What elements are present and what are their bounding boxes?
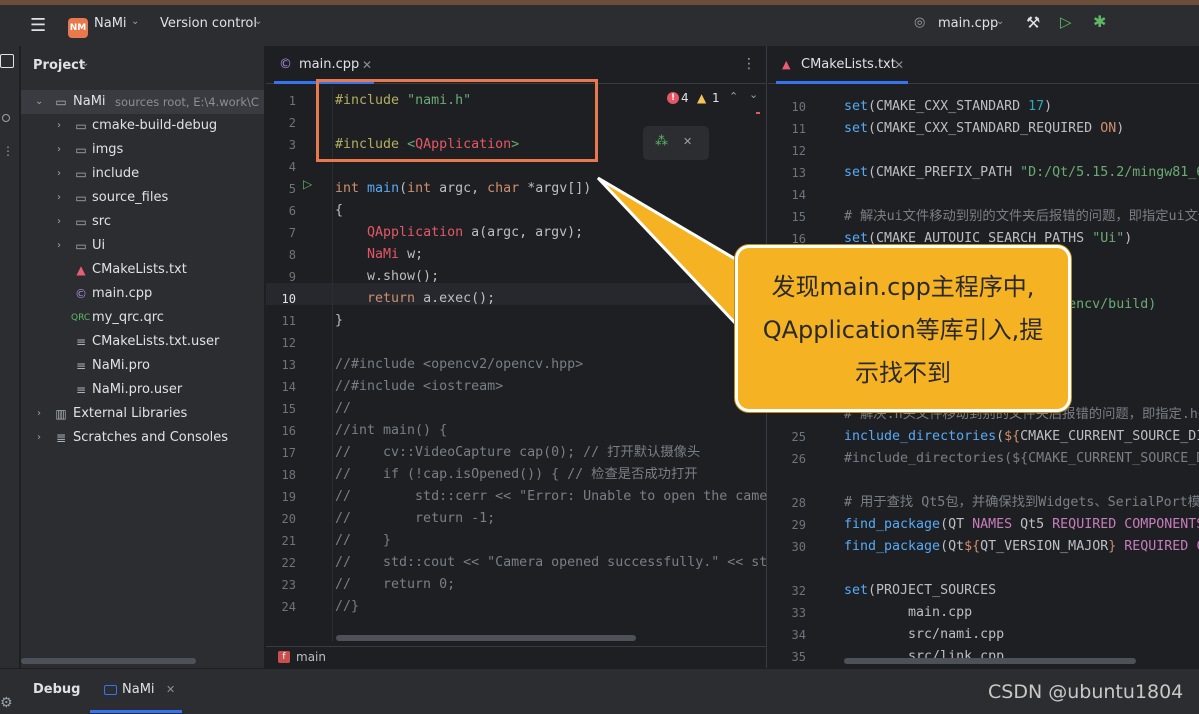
tool-window-strip: ⋮ [0,46,20,714]
folder-icon: ▭ [75,119,87,133]
tab-label: CMakeLists.txt [801,57,896,72]
horizontal-scrollbar[interactable] [844,658,1136,664]
error-stripe [756,112,760,114]
run-icon[interactable]: ▷ [1060,13,1072,31]
breadcrumb[interactable]: f main [266,646,766,668]
tree-item-hint: sources root, E:\4.work\C [115,95,259,109]
scratches-icon: ≣ [55,431,67,445]
function-icon: f [278,651,290,663]
title-bar: ☰ NM NaMi ⌄ Version control ⌄ ◎ main.cpp… [0,0,1199,46]
editor-tab-bar: ▲ CMakeLists.txt ✕ [768,46,1199,84]
horizontal-scrollbar[interactable] [21,658,196,664]
more-options-icon[interactable]: ⋮ [742,56,756,72]
build-hammer-icon[interactable]: ⚒ [1026,13,1040,32]
more-tools-icon[interactable]: ⋮ [2,144,14,158]
tab-debug-nami[interactable]: NaMi ✕ [90,669,182,713]
project-badge: NM [68,18,88,38]
project-panel: Project ⌄ ⌄ ▭ NaMi sources root, E:\4.wo… [21,46,265,668]
run-config-select[interactable]: main.cpp [938,16,998,31]
callout-text: 发现main.cpp主程序中, QApplication等库引入,提 示找不到 [738,266,1068,395]
text-file-icon: ≡ [75,383,87,397]
debug-title[interactable]: Debug [33,682,80,697]
close-icon[interactable]: ✕ [166,683,175,696]
library-icon: ▥ [55,407,67,421]
debug-bug-icon[interactable]: ✱ [1093,12,1106,31]
callout-line: QApplication等库引入,提 [762,316,1044,344]
close-icon[interactable]: ✕ [894,46,904,84]
chevron-down-icon[interactable]: ⌄ [254,16,262,27]
tree-item-root[interactable]: ⌄ ▭ NaMi sources root, E:\4.work\C [21,90,264,114]
callout-line: 示找不到 [855,359,951,387]
horizontal-scrollbar[interactable] [336,635,636,641]
cpp-file-icon: © [75,287,87,301]
tree-item-label: NaMi [73,94,106,109]
folder-icon: ▭ [55,95,67,109]
line-number-gutter: 1 2 3 4 5 6 7 8 9 10 11 12 13 14 15 16 17 18 19 20 21 22 23 24 [281,94,296,614]
folder-icon: ▭ [75,143,87,157]
cmake-icon: ◎ [914,15,926,30]
watermark: CSDN @ubuntu1804 [988,681,1184,703]
breadcrumb-label: main [296,650,326,664]
settings-icon[interactable]: ⚙ [0,695,13,711]
cmake-triangle-icon: ▲ [76,263,86,277]
project-name[interactable]: NaMi [94,16,127,31]
folder-icon: ▭ [75,239,87,253]
callout-bubble: 发现main.cpp主程序中, QApplication等库引入,提 示找不到 [735,245,1071,412]
gutter-divider [332,86,333,641]
console-icon [104,685,117,695]
commit-tool-icon[interactable] [2,114,10,122]
callout-line: 发现main.cpp主程序中, [771,273,1035,301]
main-menu-icon[interactable]: ☰ [30,15,46,36]
vcs-menu[interactable]: Version control [160,16,257,31]
project-panel-title[interactable]: Project [33,58,85,73]
debug-tool-window-header: Debug NaMi ✕ CSDN @ubuntu1804 ⚙ [0,668,1199,714]
folder-icon: ▭ [75,215,87,229]
tab-label: NaMi [122,682,155,697]
code-area[interactable]: #include "nami.h" #include <QApplication… [335,90,767,618]
folder-icon: ▭ [75,167,87,181]
text-file-icon: ≡ [75,359,87,373]
chevron-down-icon[interactable]: ⌄ [81,58,89,69]
tab-cmakelists[interactable]: ▲ CMakeLists.txt ✕ [776,46,908,84]
chevron-down-icon[interactable]: ⌄ [131,16,139,27]
qrc-file-icon: QRC [71,313,91,323]
cmake-triangle-icon: ▲ [782,58,791,71]
callout-pointer [596,176,739,329]
chevron-down-icon[interactable]: ⌄ [996,16,1004,27]
run-gutter-icon[interactable]: ▷ [303,177,312,191]
highlight-box [316,79,598,162]
chevron-expanded-icon[interactable]: ⌄ [35,90,47,114]
cpp-file-icon: © [279,57,292,72]
text-file-icon: ≡ [75,335,87,349]
project-tool-icon[interactable] [0,54,14,68]
folder-icon: ▭ [75,191,87,205]
